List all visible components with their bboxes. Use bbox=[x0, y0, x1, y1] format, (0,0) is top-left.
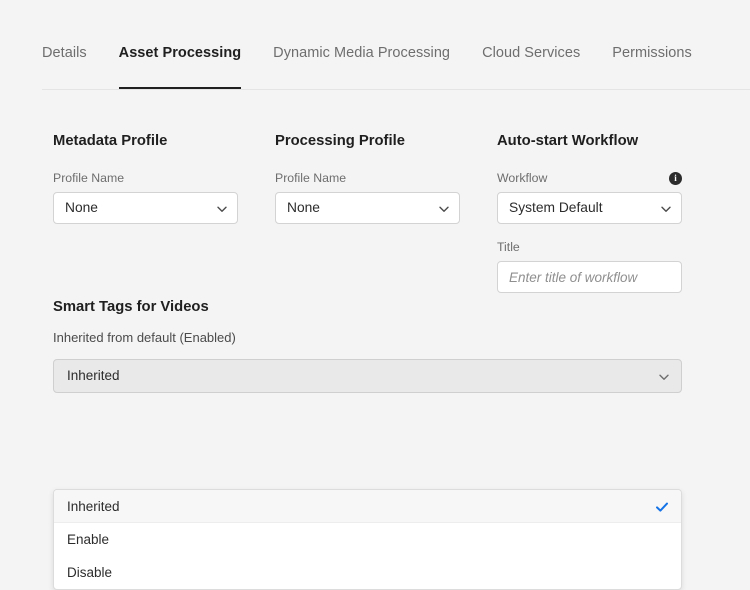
workflow-label-row: Workflow i bbox=[497, 171, 682, 185]
smart-tags-inherited-note: Inherited from default (Enabled) bbox=[53, 330, 682, 346]
tab-bar: Details Asset Processing Dynamic Media P… bbox=[0, 0, 750, 90]
tab-permissions[interactable]: Permissions bbox=[612, 44, 692, 62]
menu-item-label: Inherited bbox=[67, 499, 655, 514]
workflow-select[interactable]: System Default bbox=[497, 192, 682, 224]
workflow-title-label-row: Title bbox=[497, 240, 682, 254]
auto-start-workflow-column: Auto-start Workflow Workflow i System De… bbox=[497, 132, 682, 293]
check-icon bbox=[655, 500, 668, 513]
section-title-processing-profile: Processing Profile bbox=[275, 132, 460, 150]
smart-tags-section: Smart Tags for Videos Inherited from def… bbox=[53, 298, 682, 393]
menu-item-disable[interactable]: Disable bbox=[54, 556, 681, 589]
workflow-title-label: Title bbox=[497, 240, 520, 254]
menu-item-enable[interactable]: Enable bbox=[54, 523, 681, 556]
tab-asset-processing[interactable]: Asset Processing bbox=[119, 44, 242, 62]
chevron-down-icon bbox=[216, 203, 226, 213]
tab-details[interactable]: Details bbox=[42, 44, 87, 62]
workflow-value: System Default bbox=[509, 200, 660, 216]
tab-label: Asset Processing bbox=[119, 45, 242, 61]
processing-profile-name-label: Profile Name bbox=[275, 171, 346, 185]
metadata-profile-value: None bbox=[65, 200, 216, 216]
section-title-metadata-profile: Metadata Profile bbox=[53, 132, 238, 150]
metadata-profile-select[interactable]: None bbox=[53, 192, 238, 224]
menu-item-inherited[interactable]: Inherited bbox=[54, 490, 681, 523]
processing-profile-column: Processing Profile Profile Name None bbox=[275, 132, 460, 293]
smart-tags-selected-value: Inherited bbox=[67, 368, 658, 384]
smart-tags-dropdown-menu: Inherited Enable Disable bbox=[53, 489, 682, 590]
tab-label: Dynamic Media Processing bbox=[273, 45, 450, 61]
metadata-profile-name-label: Profile Name bbox=[53, 171, 124, 185]
section-title-auto-start-workflow: Auto-start Workflow bbox=[497, 132, 682, 150]
workflow-title-field[interactable] bbox=[497, 261, 682, 293]
metadata-profile-label-row: Profile Name bbox=[53, 171, 238, 185]
smart-tags-select[interactable]: Inherited bbox=[53, 359, 682, 393]
tab-label: Cloud Services bbox=[482, 45, 580, 61]
workflow-title-input[interactable] bbox=[509, 270, 670, 285]
tab-cloud-services[interactable]: Cloud Services bbox=[482, 44, 580, 62]
tab-label: Permissions bbox=[612, 45, 692, 61]
tab-dynamic-media-processing[interactable]: Dynamic Media Processing bbox=[273, 44, 450, 62]
chevron-down-icon bbox=[660, 203, 670, 213]
info-icon[interactable]: i bbox=[669, 172, 682, 185]
section-title-smart-tags: Smart Tags for Videos bbox=[53, 298, 682, 316]
tab-list: Details Asset Processing Dynamic Media P… bbox=[42, 44, 692, 62]
tab-label: Details bbox=[42, 45, 87, 61]
processing-profile-select[interactable]: None bbox=[275, 192, 460, 224]
profile-columns: Metadata Profile Profile Name None Proce… bbox=[53, 132, 693, 293]
metadata-profile-column: Metadata Profile Profile Name None bbox=[53, 132, 238, 293]
workflow-label: Workflow bbox=[497, 171, 547, 185]
chevron-down-icon bbox=[438, 203, 448, 213]
menu-item-label: Enable bbox=[67, 532, 668, 547]
chevron-down-icon bbox=[658, 371, 668, 381]
asset-processing-form: Metadata Profile Profile Name None Proce… bbox=[0, 90, 750, 578]
processing-profile-value: None bbox=[287, 200, 438, 216]
processing-profile-label-row: Profile Name bbox=[275, 171, 460, 185]
